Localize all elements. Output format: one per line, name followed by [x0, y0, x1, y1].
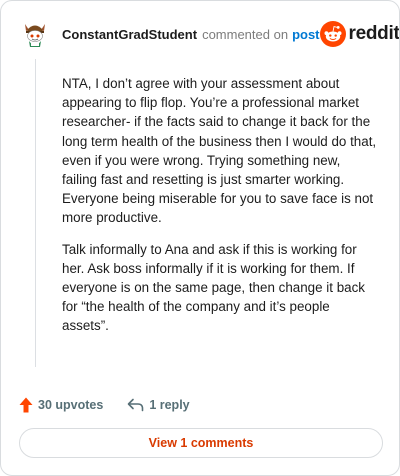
reddit-logo-icon: [319, 21, 346, 47]
comment-header: ConstantGradStudent commented on post re…: [19, 17, 399, 51]
post-link[interactable]: post: [292, 27, 319, 42]
upvote-arrow-icon: [19, 397, 33, 413]
comment-actions: 30 upvotes 1 reply: [19, 395, 190, 415]
reply-count: 1 reply: [149, 398, 190, 412]
upvote-count: 30 upvotes: [38, 398, 104, 412]
thread-line[interactable]: [35, 59, 36, 367]
snoo-avatar-icon: [25, 24, 45, 47]
comment-meta: ConstantGradStudent commented on post: [62, 27, 320, 42]
comment-paragraph: NTA, I don’t agree with your assessment …: [62, 76, 377, 226]
comment-card: ConstantGradStudent commented on post re…: [0, 0, 400, 476]
comment-body: NTA, I don’t agree with your assessment …: [62, 74, 378, 348]
view-comments-button[interactable]: View 1 comments: [19, 428, 383, 458]
action-text: commented on: [202, 26, 289, 42]
username[interactable]: ConstantGradStudent: [62, 27, 197, 42]
reddit-wordmark: reddit: [348, 23, 400, 44]
avatar[interactable]: [19, 18, 51, 50]
reddit-brand[interactable]: reddit: [319, 21, 400, 47]
comment-paragraph: Talk informally to Ana and ask if this i…: [62, 241, 365, 334]
reply-arrow-icon: [128, 398, 144, 412]
upvote-button[interactable]: 30 upvotes: [19, 397, 103, 413]
reply-button[interactable]: 1 reply: [127, 398, 190, 412]
